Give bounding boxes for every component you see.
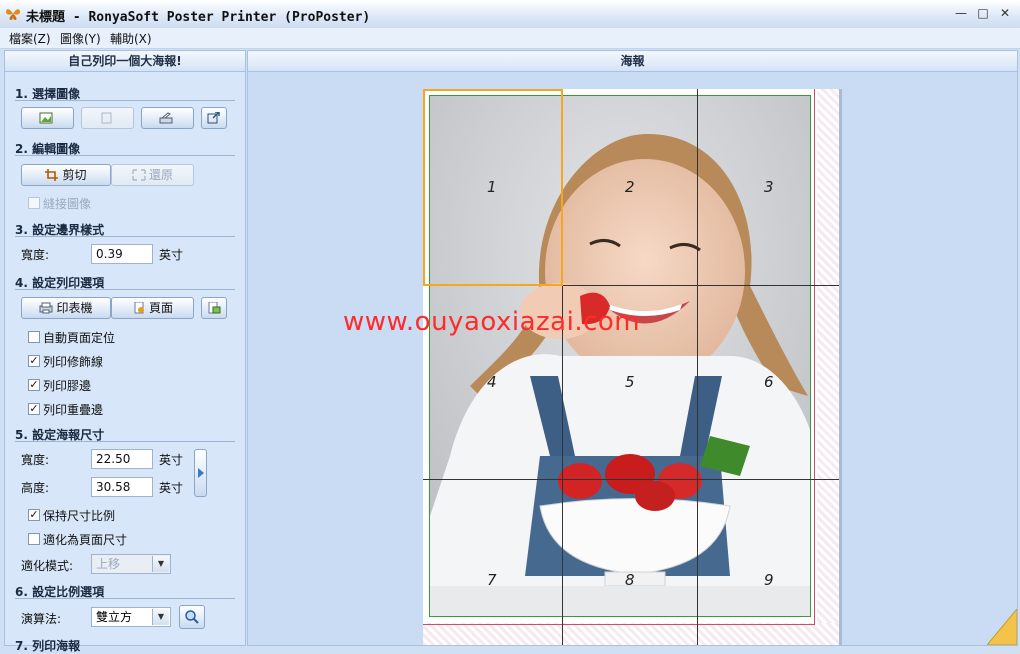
poster-height-label: 高度: bbox=[21, 481, 50, 495]
keep-ratio-checkbox[interactable]: ✓ bbox=[28, 509, 40, 521]
tile-number: 6 bbox=[764, 373, 774, 391]
chevron-down-icon: ▼ bbox=[152, 609, 169, 625]
stitch-label: 縫接圖像 bbox=[43, 197, 92, 211]
algorithm-label: 演算法: bbox=[21, 612, 62, 626]
print-preview-icon bbox=[208, 302, 221, 314]
border-width-input[interactable]: 0.39 bbox=[91, 244, 153, 264]
fit-mode-select[interactable]: 上移 ▼ bbox=[91, 554, 171, 574]
options-panel: 自己列印一個大海報! 1. 選擇圖像 2. 編輯圖像 剪切 還原 縫接圖像 3.… bbox=[4, 50, 246, 653]
poster-width-unit: 英寸 bbox=[159, 453, 184, 467]
menu-image[interactable]: 圖像(Y) bbox=[60, 30, 101, 47]
options-panel-header: 自己列印一個大海報! bbox=[5, 51, 245, 72]
printer-button[interactable]: 印表機 bbox=[21, 297, 111, 319]
tile-number: 1 bbox=[487, 178, 497, 196]
restore-icon bbox=[132, 169, 146, 181]
page-setup-button-label: 頁面 bbox=[148, 301, 173, 315]
print-preview-button[interactable] bbox=[201, 297, 227, 319]
external-link-icon bbox=[207, 112, 220, 124]
minimize-icon[interactable]: — bbox=[952, 5, 970, 21]
tile-number: 5 bbox=[625, 373, 635, 391]
crop-button-label: 剪切 bbox=[62, 168, 87, 182]
chevron-down-icon: ▼ bbox=[152, 556, 169, 572]
restore-button-label: 還原 bbox=[148, 168, 173, 182]
divider bbox=[15, 441, 235, 442]
tile-grid-line bbox=[423, 479, 839, 480]
arrow-right-icon bbox=[197, 467, 204, 478]
section-print-poster-title: 7. 列印海報 bbox=[15, 639, 81, 653]
page-setup-icon bbox=[134, 302, 144, 314]
expand-size-button[interactable] bbox=[194, 449, 207, 497]
poster-height-unit: 英寸 bbox=[159, 481, 184, 495]
poster-canvas[interactable]: 1 2 3 4 5 6 7 8 9 bbox=[423, 89, 842, 645]
watermark-text: www.ouyaoxiazai.com bbox=[343, 307, 641, 337]
open-image-icon bbox=[39, 112, 53, 124]
title-bar[interactable]: 未標題 - RonyaSoft Poster Printer (ProPoste… bbox=[0, 0, 1020, 29]
fit-page-checkbox[interactable] bbox=[28, 533, 40, 545]
fit-page-label: 適化為頁面尺寸 bbox=[43, 533, 128, 547]
stitch-checkbox[interactable] bbox=[28, 197, 40, 209]
close-icon[interactable]: ✕ bbox=[996, 5, 1014, 21]
page-shadow bbox=[839, 89, 842, 645]
preview-zoom-button[interactable] bbox=[179, 605, 205, 629]
page-setup-button[interactable]: 頁面 bbox=[111, 297, 194, 319]
print-glue-edges-checkbox[interactable]: ✓ bbox=[28, 379, 40, 391]
page-margin-line bbox=[423, 624, 815, 625]
algorithm-select[interactable]: 雙立方 ▼ bbox=[91, 607, 171, 627]
divider bbox=[15, 236, 235, 237]
menu-help[interactable]: 輔助(X) bbox=[110, 30, 152, 47]
paste-icon bbox=[101, 112, 112, 124]
overlap-margin-right bbox=[817, 89, 839, 629]
tile-number: 9 bbox=[764, 571, 774, 589]
printer-button-label: 印表機 bbox=[56, 301, 93, 315]
maximize-icon[interactable]: □ bbox=[974, 5, 992, 21]
resize-grip-icon[interactable] bbox=[987, 609, 1017, 645]
poster-preview-header: 海報 bbox=[248, 51, 1017, 72]
overlap-margin-bottom bbox=[423, 623, 839, 645]
border-width-unit: 英寸 bbox=[159, 248, 184, 262]
fit-mode-label: 適化模式: bbox=[21, 559, 74, 573]
poster-width-label: 寬度: bbox=[21, 453, 50, 467]
divider bbox=[15, 598, 235, 599]
auto-page-position-label: 自動頁面定位 bbox=[43, 331, 116, 345]
restore-button[interactable]: 還原 bbox=[111, 164, 194, 186]
fit-mode-value: 上移 bbox=[96, 557, 121, 571]
auto-page-position-checkbox[interactable] bbox=[28, 331, 40, 343]
border-width-label: 寬度: bbox=[21, 248, 50, 262]
external-link-button[interactable] bbox=[201, 107, 227, 129]
tile-number: 3 bbox=[764, 178, 774, 196]
menu-bar: 檔案(Z) 圖像(Y) 輔助(X) bbox=[0, 28, 1020, 49]
poster-height-input[interactable]: 30.58 bbox=[91, 477, 153, 497]
magnifier-icon bbox=[185, 609, 199, 624]
printer-icon bbox=[39, 302, 53, 314]
scanner-icon bbox=[159, 112, 173, 124]
print-trim-lines-label: 列印修飾線 bbox=[43, 355, 104, 369]
tile-number: 2 bbox=[625, 178, 635, 196]
scan-image-button[interactable] bbox=[141, 107, 194, 129]
keep-ratio-label: 保持尺寸比例 bbox=[43, 509, 116, 523]
print-trim-lines-checkbox[interactable]: ✓ bbox=[28, 355, 40, 367]
poster-preview-panel: 海報 1 2 3 4 5 6 7 8 9 www.ouyaoxiazai.com bbox=[247, 50, 1018, 646]
divider bbox=[15, 155, 235, 156]
tile-number: 8 bbox=[625, 571, 635, 589]
algorithm-value: 雙立方 bbox=[96, 610, 133, 624]
print-overlap-edges-checkbox[interactable]: ✓ bbox=[28, 403, 40, 415]
tile-number: 4 bbox=[487, 373, 497, 391]
open-image-button[interactable] bbox=[21, 107, 74, 129]
print-glue-edges-label: 列印膠邊 bbox=[43, 379, 92, 393]
crop-icon bbox=[45, 169, 59, 181]
print-overlap-edges-label: 列印重疊邊 bbox=[43, 403, 104, 417]
window-title: 未標題 - RonyaSoft Poster Printer (ProPoste… bbox=[26, 10, 371, 25]
page-margin-line bbox=[814, 89, 815, 625]
divider bbox=[15, 289, 235, 290]
butterfly-icon bbox=[6, 9, 20, 20]
crop-button[interactable]: 剪切 bbox=[21, 164, 111, 186]
paste-image-button[interactable] bbox=[81, 107, 134, 129]
tile-number: 7 bbox=[487, 571, 497, 589]
menu-file[interactable]: 檔案(Z) bbox=[9, 30, 51, 47]
tile-grid-line bbox=[697, 89, 698, 645]
poster-width-input[interactable]: 22.50 bbox=[91, 449, 153, 469]
divider bbox=[15, 100, 235, 101]
